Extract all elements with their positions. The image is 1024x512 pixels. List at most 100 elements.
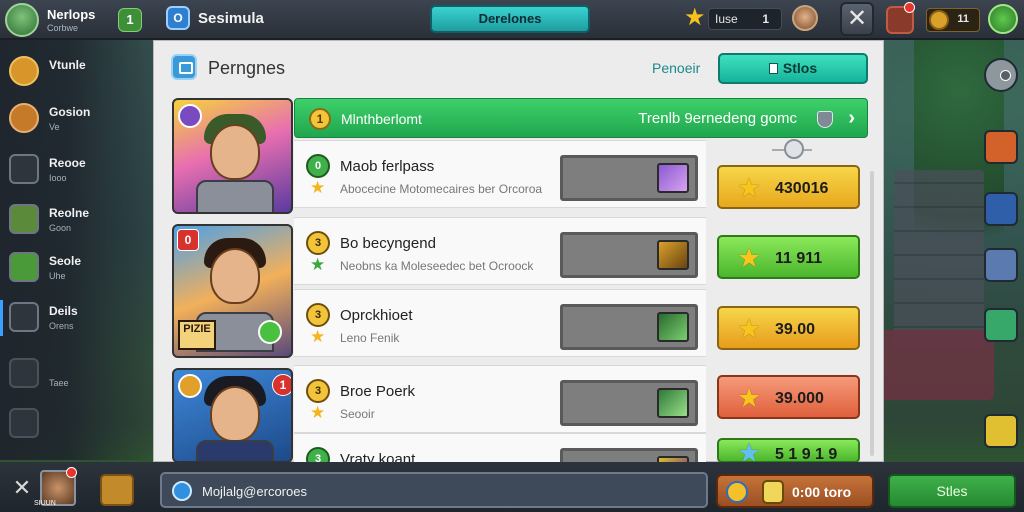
row-title: Maob ferlpass (340, 158, 435, 175)
price-button[interactable]: ★ 11 911 (717, 235, 860, 279)
price-button[interactable]: ★ 39.00 (717, 306, 860, 350)
price-button[interactable]: ★ 5 1 9 1 9 (717, 438, 860, 463)
sidebar-item-label: Reolne (49, 206, 90, 220)
star-icon: ★ (737, 314, 762, 344)
sidebar-item-label: Gosion (49, 105, 91, 119)
pizie-tag: PIZIE (178, 320, 216, 350)
price-button[interactable]: ★ 39.000 (717, 375, 860, 419)
sidebar-item-6[interactable]: Taee (0, 352, 152, 398)
store-icon (171, 54, 197, 80)
calendar-icon (9, 302, 39, 332)
player-name: Nerlops (47, 7, 96, 22)
item-slot[interactable] (560, 448, 698, 462)
price-button[interactable]: ★ 430016 (717, 165, 860, 209)
hero-face (210, 386, 260, 442)
hero-shirt (196, 440, 274, 461)
profile-avatar-icon[interactable] (792, 5, 818, 31)
row-title: Broe Poerk (340, 383, 416, 400)
derelones-button[interactable]: Derelones (430, 5, 590, 33)
book-icon[interactable] (984, 192, 1018, 226)
map-icon (9, 252, 39, 282)
vertical-scrollbar[interactable] (870, 171, 874, 456)
item-slot[interactable] (560, 380, 698, 426)
player-avatar[interactable] (5, 3, 39, 37)
shield-icon (817, 111, 833, 128)
notification-dot (66, 467, 77, 478)
settings-icon[interactable] (988, 4, 1018, 34)
row-subtitle: Seooir (340, 407, 375, 421)
gear-badge-icon (258, 320, 282, 344)
reward-timer[interactable]: 0:00 toro (716, 474, 874, 508)
banner-right-text: Trenlb 9ernedeng gomc (638, 110, 797, 127)
level-badge[interactable]: 1 (118, 8, 142, 32)
row-subtitle: Leno Fenik (340, 331, 400, 345)
star-icon: ★ (684, 4, 706, 31)
row-title: Bo becyngend (340, 235, 436, 252)
hero-face (210, 124, 260, 180)
star-icon: ★ (737, 438, 762, 463)
sword-item-icon (657, 240, 689, 270)
chat-input[interactable]: Mojlalg@ercoroes (160, 472, 708, 508)
chest-icon[interactable] (984, 414, 1018, 448)
sidebar-item-label: Reooe (49, 156, 86, 170)
row-badge: 3 (306, 231, 330, 255)
medal-icon (726, 481, 748, 503)
coin-currency[interactable]: 11 (926, 8, 980, 32)
price-value: 39.000 (775, 390, 824, 407)
stlos-button[interactable]: Stlos (718, 53, 868, 84)
sidebar-item-sub: Orens (49, 321, 74, 331)
sidebar-item-sub: Iooo (49, 173, 67, 183)
close-button[interactable]: ✕ (840, 2, 874, 36)
sidebar-item-2[interactable]: Reooe Iooo (0, 148, 152, 194)
panel-link[interactable]: Penoeir (652, 60, 700, 76)
stles-button[interactable]: Stles (888, 474, 1016, 508)
sidebar-item-3[interactable]: Reolne Goon (0, 198, 152, 244)
globe-icon (172, 481, 192, 501)
list-item[interactable]: 0 ★ Maob ferlpass Abocecine Motomecaires… (294, 140, 706, 208)
sidebar-item-0[interactable]: Vtunle (0, 50, 152, 96)
cube-icon[interactable] (984, 308, 1018, 342)
list-item[interactable]: 3 ★ Oprckhioet Leno Fenik (294, 289, 706, 357)
item-slot[interactable] (560, 304, 698, 350)
sidebar-item-5[interactable]: Deils Orens (0, 296, 152, 342)
sidebar-item-label: Seole (49, 254, 82, 268)
price-value: 430016 (775, 180, 829, 197)
gear-icon (9, 408, 39, 438)
row-title: Oprckhioet (340, 307, 413, 324)
scroll-knob[interactable] (772, 139, 812, 161)
item-slot[interactable] (560, 232, 698, 278)
sidebar-item-sub: Uhe (49, 271, 66, 281)
row-badge: 3 (306, 379, 330, 403)
player-subtitle: Corbwe (47, 23, 79, 33)
close-icon[interactable]: ✕ (9, 475, 35, 501)
gift-icon (762, 480, 784, 504)
row-badge: 3 (306, 303, 330, 327)
document-icon (768, 63, 778, 74)
list-item[interactable]: 3 Vraty koant (294, 433, 706, 463)
hammer-icon[interactable] (984, 248, 1018, 282)
star-currency[interactable]: Iuse 1 (708, 8, 782, 30)
scroll-handle[interactable] (784, 139, 804, 159)
guild-icon[interactable] (100, 474, 134, 506)
sword-icon (9, 56, 39, 86)
item-slot[interactable] (560, 155, 698, 201)
sidebar-item-4[interactable]: Seole Uhe (0, 246, 152, 292)
hero-portrait-1[interactable] (172, 98, 293, 214)
sidebar: Vtunle Gosion Ve Reooe Iooo Reolne Goon … (0, 40, 152, 460)
sidebar-item-1[interactable]: Gosion Ve (0, 97, 152, 143)
star-icon: ★ (737, 383, 762, 413)
list-item[interactable]: 3 ★ Bo becyngend Neobns ka Moleseedec be… (294, 217, 706, 285)
crate-icon[interactable] (984, 130, 1018, 164)
sidebar-item-7[interactable] (0, 402, 152, 448)
star-icon: ★ (737, 243, 762, 273)
list-item[interactable]: 3 ★ Broe Poerk Seooir (294, 365, 706, 433)
star-icon: ★ (310, 403, 326, 422)
count-badge: 1 (272, 374, 291, 396)
hero-portrait-2[interactable]: 0 PIZIE (172, 224, 293, 358)
stlos-button-label: Stlos (782, 60, 818, 76)
banner-number-badge: 1 (309, 108, 331, 130)
hero-portrait-3[interactable]: 1 (172, 368, 293, 463)
star-icon: ★ (737, 173, 762, 203)
featured-banner[interactable]: 1 Mlnthberlomt Trenlb 9ernedeng gomc › (294, 98, 868, 138)
chevron-right-icon[interactable]: › (848, 107, 855, 130)
